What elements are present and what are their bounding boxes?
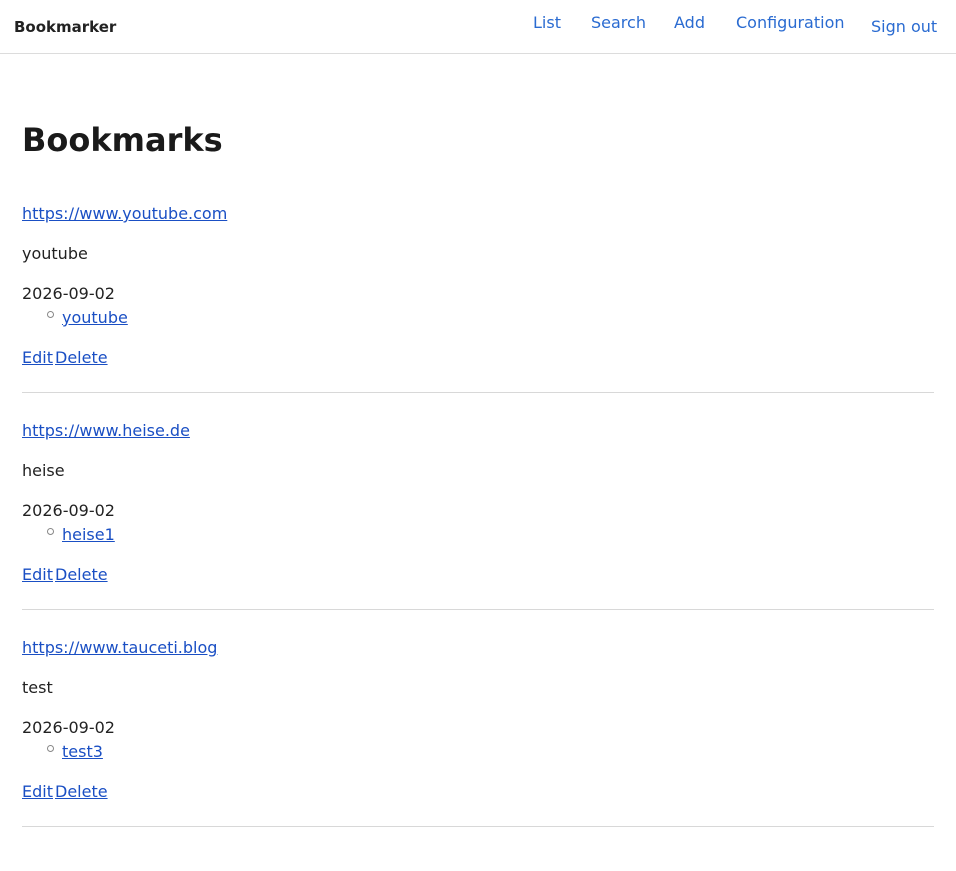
bookmark-item: https://www.youtube.com youtube 2026-09-…	[22, 204, 934, 421]
edit-link[interactable]: Edit	[22, 348, 53, 368]
divider	[22, 826, 934, 827]
delete-link[interactable]: Delete	[55, 348, 108, 368]
circle-bullet-icon	[47, 745, 54, 752]
bookmark-title: test	[22, 678, 53, 697]
bookmark-tag-link[interactable]: test3	[62, 742, 103, 762]
divider	[22, 609, 934, 610]
circle-bullet-icon	[47, 528, 54, 535]
bookmark-item: https://www.tauceti.blog test 2026-09-02…	[22, 638, 934, 855]
top-bar: Bookmarker List Search Add Configuration…	[0, 0, 956, 54]
bookmark-date: 2026-09-02	[22, 284, 115, 303]
nav-add[interactable]: Add	[674, 13, 705, 33]
bookmark-title: youtube	[22, 244, 88, 263]
bookmark-url-link[interactable]: https://www.youtube.com	[22, 204, 227, 224]
bookmark-tag-link[interactable]: youtube	[62, 308, 128, 328]
bookmark-url-link[interactable]: https://www.heise.de	[22, 421, 190, 441]
divider	[22, 392, 934, 393]
bookmark-tag-link[interactable]: heise1	[62, 525, 115, 545]
edit-link[interactable]: Edit	[22, 565, 53, 585]
nav-configuration[interactable]: Configuration	[736, 13, 845, 33]
edit-link[interactable]: Edit	[22, 782, 53, 802]
brand-logo[interactable]: Bookmarker	[14, 17, 116, 37]
sign-out-link[interactable]: Sign out	[871, 17, 937, 37]
delete-link[interactable]: Delete	[55, 782, 108, 802]
bookmark-date: 2026-09-02	[22, 718, 115, 737]
bookmark-title: heise	[22, 461, 65, 480]
circle-bullet-icon	[47, 311, 54, 318]
delete-link[interactable]: Delete	[55, 565, 108, 585]
page-title: Bookmarks	[22, 121, 223, 159]
nav-search[interactable]: Search	[591, 13, 646, 33]
nav-list[interactable]: List	[533, 13, 561, 33]
bookmark-item: https://www.heise.de heise 2026-09-02 he…	[22, 421, 934, 638]
bookmark-url-link[interactable]: https://www.tauceti.blog	[22, 638, 217, 658]
bookmark-date: 2026-09-02	[22, 501, 115, 520]
